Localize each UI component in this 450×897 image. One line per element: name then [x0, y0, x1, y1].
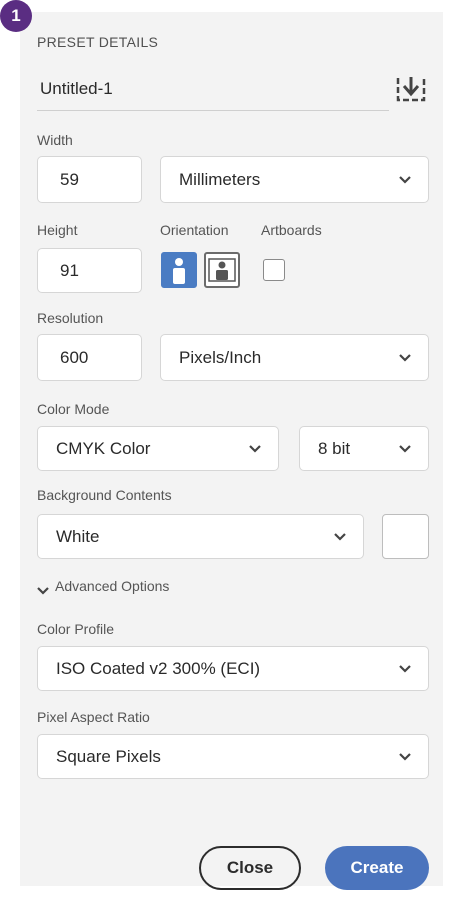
chevron-down-icon [398, 175, 412, 185]
preset-details-heading: PRESET DETAILS [37, 34, 159, 50]
width-input[interactable]: 59 [37, 156, 142, 203]
color-profile-value: ISO Coated v2 300% (ECI) [56, 658, 261, 678]
save-preset-icon[interactable] [394, 74, 428, 104]
orientation-portrait-button[interactable] [161, 252, 197, 288]
resolution-unit-select[interactable]: Pixels/Inch [160, 334, 429, 381]
artboards-checkbox[interactable] [263, 259, 285, 281]
chevron-down-icon [398, 444, 412, 454]
landscape-icon [208, 258, 236, 282]
height-label: Height [37, 222, 78, 238]
chevron-down-icon [398, 353, 412, 363]
background-contents-value: White [56, 526, 100, 546]
chevron-down-icon [37, 582, 49, 595]
resolution-label: Resolution [37, 310, 104, 326]
step-badge: 1 [0, 0, 32, 32]
bit-depth-select[interactable]: 8 bit [299, 426, 429, 471]
chevron-down-icon [333, 532, 347, 542]
artboards-label: Artboards [261, 222, 322, 238]
width-unit-select[interactable]: Millimeters [160, 156, 429, 203]
advanced-options-label: Advanced Options [55, 578, 170, 594]
color-profile-select[interactable]: ISO Coated v2 300% (ECI) [37, 646, 429, 691]
height-input[interactable]: 91 [37, 248, 142, 293]
chevron-down-icon [248, 444, 262, 454]
document-name-underline [37, 110, 389, 111]
advanced-options-toggle[interactable]: Advanced Options [37, 578, 170, 595]
new-document-preset-panel: PRESET DETAILS Untitled-1 Width 59 Milli… [20, 12, 443, 890]
resolution-unit-value: Pixels/Inch [179, 347, 262, 367]
portrait-icon [173, 258, 185, 284]
width-label: Width [37, 132, 73, 148]
orientation-label: Orientation [160, 222, 229, 238]
resolution-input[interactable]: 600 [37, 334, 142, 381]
create-button[interactable]: Create [325, 846, 429, 890]
close-button[interactable]: Close [199, 846, 301, 890]
bit-depth-value: 8 bit [318, 438, 351, 458]
document-name-field[interactable]: Untitled-1 [40, 79, 113, 99]
color-mode-value: CMYK Color [56, 438, 151, 458]
background-color-swatch[interactable] [382, 514, 429, 559]
color-mode-label: Color Mode [37, 401, 110, 417]
color-mode-select[interactable]: CMYK Color [37, 426, 279, 471]
background-contents-label: Background Contents [37, 487, 172, 503]
pixel-aspect-ratio-value: Square Pixels [56, 746, 161, 766]
orientation-landscape-button[interactable] [204, 252, 240, 288]
pixel-aspect-ratio-select[interactable]: Square Pixels [37, 734, 429, 779]
color-profile-label: Color Profile [37, 621, 115, 637]
pixel-aspect-ratio-label: Pixel Aspect Ratio [37, 709, 150, 725]
chevron-down-icon [398, 664, 412, 674]
chevron-down-icon [398, 752, 412, 762]
width-unit-value: Millimeters [179, 169, 261, 189]
background-contents-select[interactable]: White [37, 514, 364, 559]
